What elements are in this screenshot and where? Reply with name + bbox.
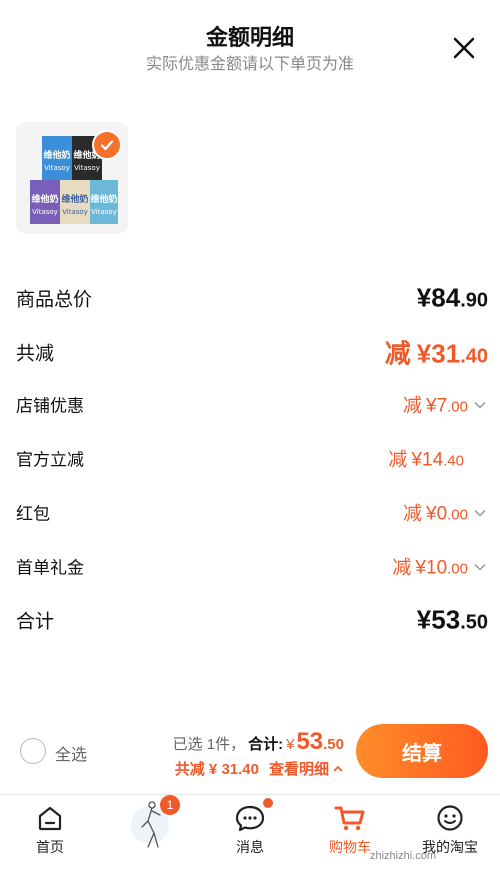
row-value: 减 ¥ 14 .40 — [388, 445, 464, 472]
tab-avatar[interactable]: 1 — [100, 795, 200, 870]
total-label: 合计: — [248, 736, 284, 753]
view-detail-link[interactable]: 查看明细 — [269, 758, 329, 779]
row-value: ¥ 84 .90 — [417, 283, 488, 314]
amount-dec: .00 — [447, 398, 468, 416]
brand-latin: Vitasoy — [44, 164, 70, 172]
amount-int: 14 — [422, 449, 444, 471]
row-first-order-gift[interactable]: 首单礼金 减 ¥ 10 .00 — [16, 546, 488, 586]
select-all-radio[interactable] — [20, 738, 46, 764]
cart-icon — [334, 806, 365, 831]
brand-text: 维他奶 — [31, 193, 58, 205]
yen-sign: ¥ — [286, 736, 295, 753]
unread-dot — [263, 798, 273, 808]
tab-home[interactable]: 首页 — [0, 795, 100, 870]
selected-check-badge[interactable] — [92, 130, 122, 160]
minus-prefix: 减 — [402, 395, 422, 417]
brand-latin: Vitasoy — [74, 164, 100, 172]
amount-int: 10 — [426, 557, 448, 579]
close-icon — [453, 37, 475, 59]
discount-summary: 共减 ¥ 31.40 查看明细 — [175, 758, 344, 779]
chevron-up-icon[interactable] — [332, 763, 344, 775]
row-official-discount: 官方立减 减 ¥ 14 .40 — [16, 438, 488, 478]
row-label: 合计 — [16, 611, 55, 633]
chevron-down-icon[interactable] — [472, 558, 488, 574]
minus-prefix: 减 — [384, 338, 411, 369]
select-all-label[interactable]: 全选 — [55, 741, 87, 765]
checkout-bar: 全选 已选 1件， 合计: ¥ 53 .50 共减 ¥ 31.40 查看明细 结… — [0, 716, 500, 792]
tab-label: 首页 — [36, 839, 64, 855]
chevron-down-icon[interactable] — [472, 396, 488, 412]
amount-int: 31 — [431, 338, 461, 369]
amount-dec: .00 — [447, 506, 468, 524]
row-value: 减 ¥ 0 .00 — [403, 499, 488, 526]
amount-int: 84 — [431, 282, 461, 313]
row-total-discount: 共减 减 ¥ 31 .40 — [16, 332, 488, 372]
profile-icon — [437, 805, 463, 831]
yen-sign: ¥ — [416, 282, 432, 313]
discount-text: 共减 ¥ 31.40 — [174, 761, 259, 778]
checkout-button[interactable]: 结算 — [356, 724, 488, 778]
row-label: 共减 — [16, 343, 55, 365]
minus-prefix: 减 — [402, 503, 422, 525]
minus-prefix: 减 — [388, 449, 408, 471]
brand-text: 维他奶 — [90, 193, 117, 205]
total-dec: .50 — [323, 736, 344, 753]
yen-sign: ¥ — [411, 449, 422, 471]
row-sum: 合计 ¥ 53 .50 — [16, 600, 488, 640]
row-label: 商品总价 — [16, 289, 93, 311]
total-int: 53 — [296, 728, 324, 755]
modal-header: 金额明细 实际优惠金额请以下单页为准 — [0, 0, 500, 80]
close-button[interactable] — [446, 30, 482, 66]
check-icon — [100, 140, 114, 151]
amount-dec: .40 — [443, 452, 464, 470]
home-icon — [38, 806, 62, 831]
message-icon — [235, 805, 265, 832]
amount-dec: .00 — [447, 560, 468, 578]
brand-latin: Vitasoy — [91, 208, 117, 216]
amount-int: 7 — [436, 395, 448, 417]
amount-dec: .50 — [460, 611, 488, 634]
yen-sign: ¥ — [416, 604, 432, 635]
amount-dec: .40 — [460, 345, 488, 368]
tab-messages[interactable]: 消息 — [200, 795, 300, 870]
row-label: 首单礼金 — [16, 558, 84, 578]
row-value: 减 ¥ 7 .00 — [403, 391, 488, 418]
row-shop-discount[interactable]: 店铺优惠 减 ¥ 7 .00 — [16, 384, 488, 424]
amount-int: 0 — [436, 503, 448, 525]
amount-dec: .90 — [460, 289, 488, 312]
modal-title: 金额明细 — [205, 25, 294, 50]
row-value: 减 ¥ 31 .40 — [385, 334, 488, 371]
yen-sign: ¥ — [416, 338, 432, 369]
row-goods-total: 商品总价 ¥ 84 .90 — [16, 278, 488, 318]
yen-sign: ¥ — [425, 503, 437, 525]
chevron-down-icon[interactable] — [472, 504, 488, 520]
notification-badge: 1 — [160, 795, 180, 815]
modal-subtitle: 实际优惠金额请以下单页为准 — [145, 56, 354, 73]
row-value: 减 ¥ 10 .00 — [392, 553, 488, 580]
watermark: zhizhizhi.com — [370, 850, 437, 862]
brand-text: 维他奶 — [43, 149, 70, 161]
minus-prefix: 减 — [392, 557, 412, 579]
row-label: 官方立减 — [16, 450, 84, 470]
yen-sign: ¥ — [425, 395, 437, 417]
brand-latin: Vitasoy — [62, 208, 88, 216]
yen-sign: ¥ — [415, 557, 426, 579]
tab-label: 消息 — [236, 839, 264, 855]
brand-latin: Vitasoy — [32, 208, 58, 216]
selected-count: 已选 1件， — [172, 736, 246, 753]
row-red-packet[interactable]: 红包 减 ¥ 0 .00 — [16, 492, 488, 532]
amount-int: 53 — [431, 604, 461, 635]
selection-summary: 已选 1件， 合计: ¥ 53 .50 — [173, 728, 344, 756]
row-label: 店铺优惠 — [16, 396, 84, 416]
row-label: 红包 — [16, 504, 50, 524]
row-value: ¥ 53 .50 — [417, 605, 488, 636]
brand-text: 维他奶 — [61, 193, 88, 205]
